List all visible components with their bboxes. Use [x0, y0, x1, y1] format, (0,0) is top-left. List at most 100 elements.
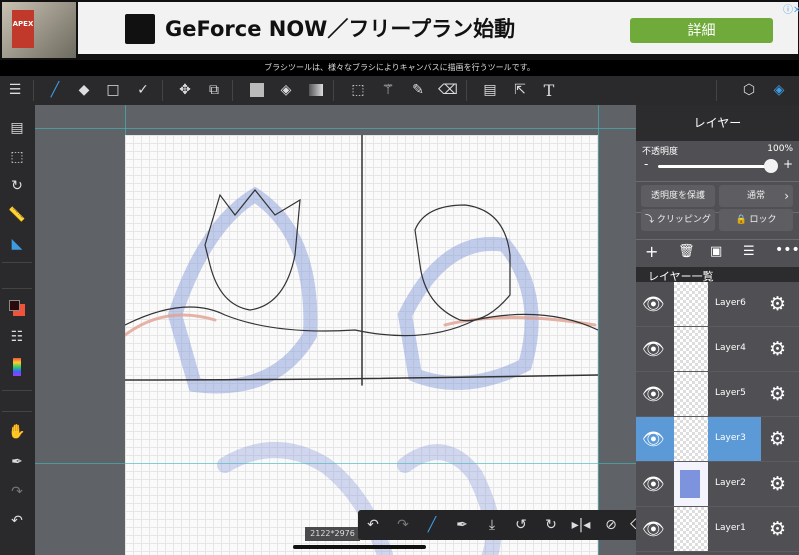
layer-thumbnail: [674, 327, 708, 371]
layer-image-icon[interactable]: ▣: [710, 244, 722, 259]
fill-color-icon[interactable]: [246, 79, 268, 101]
color-swatch-icon[interactable]: [6, 297, 28, 319]
text-icon[interactable]: T: [538, 79, 560, 101]
gear-icon[interactable]: ⚙: [769, 473, 786, 495]
home-indicator: [293, 545, 426, 549]
layer-list-icon[interactable]: ☰: [743, 244, 755, 259]
layer-row[interactable]: 👁 Layer6 ⚙: [636, 282, 799, 327]
rotate-left-icon[interactable]: ↺: [510, 514, 532, 536]
gear-icon[interactable]: ⚙: [769, 293, 786, 315]
pages-icon[interactable]: ▤: [6, 117, 28, 139]
eye-icon[interactable]: 👁: [642, 339, 665, 360]
layer-name: Layer1: [715, 523, 746, 533]
opacity-value: 100%: [767, 144, 793, 154]
opacity-slider[interactable]: [658, 165, 771, 168]
ad-title: GeForce NOW／フリープラン始動: [165, 17, 516, 41]
blend-mode-value: 通常: [746, 191, 765, 201]
ad-banner[interactable]: APEX GeForce NOW／フリープラン始動 詳細 ⓘ✕: [0, 0, 799, 60]
canvas-size-label: 2122*2976: [305, 527, 360, 541]
layer-panel: レイヤー 不透明度 100% - + 透明度を保護 通常 › ⤵ クリッピング 🔒…: [636, 105, 799, 555]
chevron-right-icon: ›: [784, 189, 789, 203]
move-icon[interactable]: ✥: [174, 79, 196, 101]
gear-icon[interactable]: ⚙: [769, 428, 786, 450]
undo-icon[interactable]: ↶: [6, 510, 28, 532]
clipping-button[interactable]: ⤵ クリッピング: [641, 209, 715, 231]
add-layer-icon[interactable]: +: [645, 242, 658, 261]
main-toolbar: ☰ ╱ ◆ □ ✓ ✥ ⧉ ◈ ⬚ ⚚ ✎ ⌫ ▤ ⇱ T ⬡ ◈: [0, 76, 799, 105]
layer-row-selected[interactable]: 👁 Layer3 ⚙: [636, 417, 799, 462]
more-icon[interactable]: •••: [775, 242, 799, 258]
hand-icon[interactable]: ✋: [6, 421, 28, 443]
select-pen-icon[interactable]: ✎: [407, 79, 429, 101]
menu-icon[interactable]: ☰: [4, 79, 26, 101]
frame-icon[interactable]: ▤: [479, 79, 501, 101]
eye-icon[interactable]: 👁: [642, 519, 665, 540]
ad-close-icon[interactable]: ⓘ✕: [783, 1, 799, 16]
select-layer-icon[interactable]: ⇱: [509, 79, 531, 101]
layer-thumbnail: [674, 372, 708, 416]
eye-icon[interactable]: 👁: [642, 429, 665, 450]
gear-icon[interactable]: ⚙: [769, 383, 786, 405]
layer-thumbnail: [674, 507, 708, 551]
color-palette-icon[interactable]: [6, 356, 28, 378]
opacity-slider-thumb[interactable]: [764, 159, 778, 173]
ad-image[interactable]: APEX: [2, 2, 76, 58]
eraser-icon[interactable]: ◆: [73, 79, 95, 101]
trash-icon[interactable]: 🗑: [678, 244, 695, 259]
gear-icon[interactable]: ⚙: [769, 518, 786, 540]
shape-icon[interactable]: □: [102, 79, 124, 101]
layer-row[interactable]: 👁 Layer4 ⚙: [636, 327, 799, 372]
material-icon[interactable]: ⬡: [738, 79, 760, 101]
layer-list: 👁 Layer6 ⚙ 👁 Layer4 ⚙ 👁 Layer5 ⚙ 👁 Layer3 ⚙ 👁 Lay…: [636, 282, 799, 555]
tool-hint: ブラシツールは、様々なブラシによりキャンバスに描画を行うツールです。: [0, 60, 799, 76]
flip-icon[interactable]: ▸|◂: [570, 514, 592, 536]
layers-icon[interactable]: ◈: [768, 79, 790, 101]
eye-icon[interactable]: 👁: [642, 294, 665, 315]
protect-alpha-button[interactable]: 透明度を保護: [641, 185, 715, 207]
magic-wand-icon[interactable]: ⚚: [377, 79, 399, 101]
opacity-increase[interactable]: +: [783, 157, 793, 171]
nvidia-logo: [125, 14, 155, 44]
ad-details-button[interactable]: 詳細: [630, 18, 773, 43]
ad-logo: APEX: [12, 10, 34, 48]
eyedropper-icon[interactable]: ✒: [6, 451, 28, 473]
eye-icon[interactable]: 👁: [642, 474, 665, 495]
redo-icon[interactable]: ↷: [392, 514, 414, 536]
select-eraser-icon[interactable]: ⌫: [437, 79, 459, 101]
ruler-icon[interactable]: 📏: [6, 204, 28, 226]
layer-row[interactable]: 👁 Layer2 ⚙: [636, 462, 799, 507]
layer-name: Layer5: [715, 388, 746, 398]
lock-icon: 🔒: [735, 215, 750, 225]
correction-icon[interactable]: ✓: [132, 79, 154, 101]
layer-name: Layer6: [715, 298, 746, 308]
brush-icon[interactable]: ╱: [44, 79, 66, 101]
clipping-label: クリッピング: [656, 215, 711, 225]
drawing-canvas[interactable]: [123, 134, 599, 555]
layer-row[interactable]: 👁 Layer5 ⚙: [636, 372, 799, 417]
gradient-icon[interactable]: [305, 79, 327, 101]
layer-row[interactable]: 👁 Layer1 ⚙: [636, 507, 799, 552]
rotate-canvas-icon[interactable]: ↻: [6, 175, 28, 197]
selection-layer-icon[interactable]: ⬚: [6, 146, 28, 168]
bucket-icon[interactable]: ◈: [275, 79, 297, 101]
select-rect-icon[interactable]: ⬚: [347, 79, 369, 101]
brush-list-icon[interactable]: ☷: [6, 326, 28, 348]
undo-icon[interactable]: ↶: [362, 514, 384, 536]
opacity-decrease[interactable]: -: [644, 157, 648, 171]
rotate-right-icon[interactable]: ↻: [540, 514, 562, 536]
transform-icon[interactable]: ⧉: [203, 79, 225, 101]
lock-button[interactable]: 🔒 ロック: [719, 209, 793, 231]
eye-icon[interactable]: 👁: [642, 384, 665, 405]
blend-mode-button[interactable]: 通常 ›: [719, 185, 793, 207]
gear-icon[interactable]: ⚙: [769, 338, 786, 360]
panel-title: レイヤー: [636, 105, 799, 141]
sketch-artwork: [123, 134, 599, 555]
canvas-area[interactable]: [35, 105, 636, 555]
clipping-icon: ⤵: [645, 215, 657, 225]
snap-icon[interactable]: ◣: [6, 233, 28, 255]
redo-icon[interactable]: ↷: [6, 481, 28, 503]
eyedropper-icon[interactable]: ✒: [451, 514, 473, 536]
deselect-icon[interactable]: ⊘: [600, 514, 622, 536]
download-icon[interactable]: ⤓: [481, 514, 503, 536]
brush-select-icon[interactable]: ╱: [421, 514, 443, 536]
